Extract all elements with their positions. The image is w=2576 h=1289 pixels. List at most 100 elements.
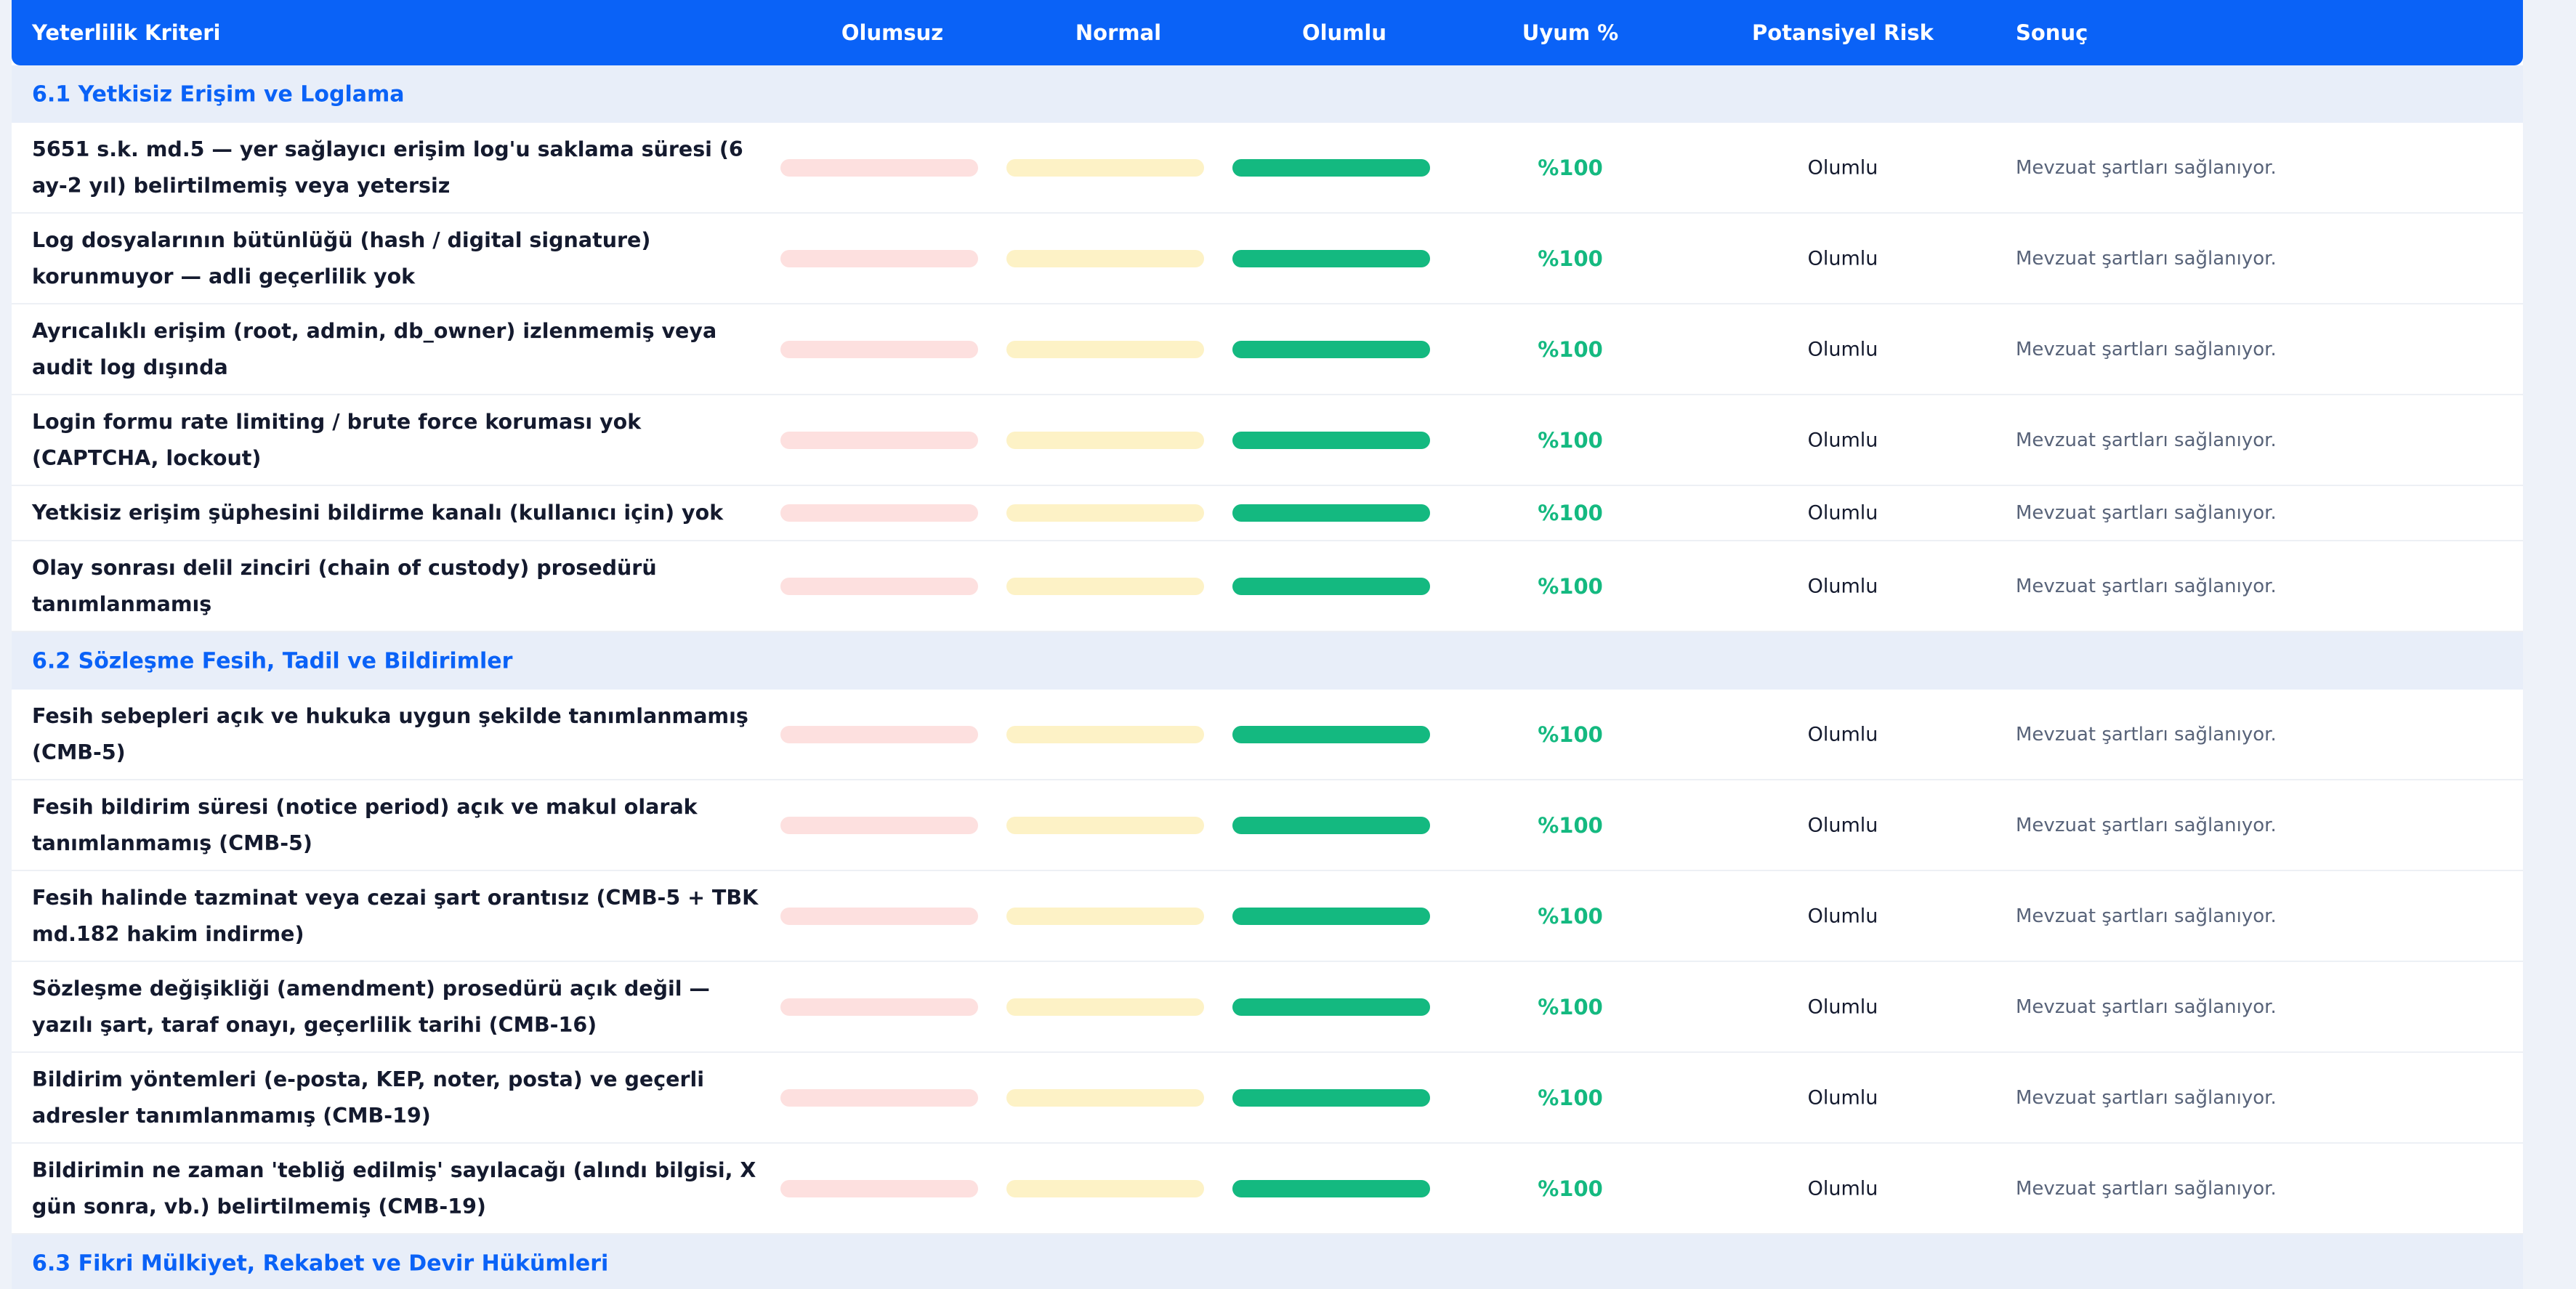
- compliance-percent: %100: [1538, 427, 1603, 453]
- olumlu-bar-fill: [1232, 725, 1430, 743]
- olumlu-bar: [1232, 1088, 1430, 1107]
- table-row: Ayrıcalıklı erişim (root, admin, db_owne…: [12, 304, 2523, 395]
- criterion-text: Fesih bildirim süresi (notice period) aç…: [32, 794, 698, 855]
- criterion-text: Ayrıcalıklı erişim (root, admin, db_owne…: [32, 318, 717, 379]
- olumlu-bar: [1232, 431, 1430, 449]
- olumlu-bar: [1232, 249, 1430, 267]
- olumlu-bar: [1232, 504, 1430, 522]
- risk-value: Olumlu: [1807, 1177, 1878, 1200]
- table-row: Login formu rate limiting / brute force …: [12, 395, 2523, 486]
- table-row: Fesih sebepleri açık ve hukuka uygun şek…: [12, 690, 2523, 780]
- risk-value: Olumlu: [1807, 247, 1878, 270]
- table-row: 5651 s.k. md.5 — yer sağlayıcı erişim lo…: [12, 123, 2523, 214]
- criterion-text: Fesih sebepleri açık ve hukuka uygun şek…: [32, 703, 748, 764]
- result-text: Mevzuat şartları sağlanıyor.: [2016, 575, 2277, 597]
- olumlu-bar-fill: [1232, 340, 1430, 358]
- result-text: Mevzuat şartları sağlanıyor.: [2016, 502, 2277, 524]
- olumlu-bar-fill: [1232, 158, 1430, 177]
- olumlu-bar: [1232, 998, 1430, 1016]
- olumlu-bar-fill: [1232, 998, 1430, 1016]
- result-text: Mevzuat şartları sağlanıyor.: [2016, 995, 2277, 1018]
- compliance-percent: %100: [1538, 1176, 1603, 1201]
- section-header: 6.3 Fikri Mülkiyet, Rekabet ve Devir Hük…: [12, 1235, 2523, 1289]
- section-title: 6.3 Fikri Mülkiyet, Rekabet ve Devir Hük…: [32, 1250, 609, 1276]
- risk-value: Olumlu: [1807, 905, 1878, 927]
- compliance-percent: %100: [1538, 722, 1603, 747]
- olumsuz-bar: [780, 1179, 978, 1197]
- normal-bar: [1006, 1179, 1204, 1197]
- table-header: Yeterlilik Kriteri Olumsuz Normal Olumlu…: [12, 0, 2523, 65]
- normal-bar: [1006, 340, 1204, 358]
- risk-value: Olumlu: [1807, 723, 1878, 745]
- olumsuz-bar: [780, 340, 978, 358]
- olumlu-bar-fill: [1232, 816, 1430, 834]
- risk-value: Olumlu: [1807, 575, 1878, 597]
- olumlu-bar: [1232, 158, 1430, 177]
- header-criterion: Yeterlilik Kriteri: [32, 20, 221, 45]
- normal-bar: [1006, 577, 1204, 595]
- section-header: 6.2 Sözleşme Fesih, Tadil ve Bildirimler: [12, 632, 2523, 690]
- olumsuz-bar: [780, 725, 978, 743]
- compliance-percent: %100: [1538, 336, 1603, 362]
- olumsuz-bar: [780, 1088, 978, 1107]
- compliance-percent: %100: [1538, 994, 1603, 1019]
- criterion-text: 5651 s.k. md.5 — yer sağlayıcı erişim lo…: [32, 137, 743, 198]
- section-title: 6.2 Sözleşme Fesih, Tadil ve Bildirimler: [32, 648, 513, 674]
- result-text: Mevzuat şartları sağlanıyor.: [2016, 1086, 2277, 1109]
- section-title: 6.1 Yetkisiz Erişim ve Loglama: [32, 81, 405, 107]
- olumlu-bar-fill: [1232, 1179, 1430, 1197]
- olumsuz-bar: [780, 504, 978, 522]
- olumlu-bar-fill: [1232, 431, 1430, 449]
- table-row: Olay sonrası delil zinciri (chain of cus…: [12, 541, 2523, 632]
- risk-value: Olumlu: [1807, 501, 1878, 525]
- criterion-text: Bildirimin ne zaman 'tebliğ edilmiş' say…: [32, 1157, 756, 1219]
- header-uyum: Uyum %: [1522, 20, 1619, 45]
- header-sonuc: Sonuç: [2016, 20, 2088, 45]
- criterion-text: Login formu rate limiting / brute force …: [32, 409, 642, 470]
- criterion-text: Fesih halinde tazminat veya cezai şart o…: [32, 885, 759, 946]
- olumlu-bar-fill: [1232, 907, 1430, 925]
- olumlu-bar: [1232, 907, 1430, 925]
- olumsuz-bar: [780, 431, 978, 449]
- risk-value: Olumlu: [1807, 429, 1878, 451]
- normal-bar: [1006, 1088, 1204, 1107]
- header-risk: Potansiyel Risk: [1752, 20, 1934, 45]
- criterion-text: Sözleşme değişikliği (amendment) prosedü…: [32, 976, 710, 1037]
- result-text: Mevzuat şartları sağlanıyor.: [2016, 1177, 2277, 1200]
- table-row: Fesih bildirim süresi (notice period) aç…: [12, 780, 2523, 871]
- olumlu-bar: [1232, 725, 1430, 743]
- olumsuz-bar: [780, 816, 978, 834]
- olumlu-bar-fill: [1232, 577, 1430, 595]
- criterion-text: Log dosyalarının bütünlüğü (hash / digit…: [32, 227, 651, 288]
- olumlu-bar: [1232, 1179, 1430, 1197]
- olumsuz-bar: [780, 907, 978, 925]
- table-row: Bildirim yöntemleri (e-posta, KEP, noter…: [12, 1053, 2523, 1144]
- criterion-text: Yetkisiz erişim şüphesini bildirme kanal…: [32, 501, 724, 525]
- normal-bar: [1006, 725, 1204, 743]
- normal-bar: [1006, 249, 1204, 267]
- risk-value: Olumlu: [1807, 1086, 1878, 1109]
- olumsuz-bar: [780, 998, 978, 1016]
- normal-bar: [1006, 431, 1204, 449]
- compliance-percent: %100: [1538, 501, 1603, 525]
- header-normal: Normal: [1075, 20, 1162, 45]
- olumlu-bar-fill: [1232, 249, 1430, 267]
- table-row: Log dosyalarının bütünlüğü (hash / digit…: [12, 214, 2523, 304]
- table-body: 6.1 Yetkisiz Erişim ve Loglama 5651 s.k. …: [12, 65, 2523, 1289]
- compliance-percent: %100: [1538, 573, 1603, 599]
- table-row: Fesih halinde tazminat veya cezai şart o…: [12, 871, 2523, 962]
- olumsuz-bar: [780, 577, 978, 595]
- olumlu-bar: [1232, 577, 1430, 595]
- risk-value: Olumlu: [1807, 814, 1878, 836]
- section-header: 6.1 Yetkisiz Erişim ve Loglama: [12, 65, 2523, 123]
- compliance-percent: %100: [1538, 812, 1603, 838]
- result-text: Mevzuat şartları sağlanıyor.: [2016, 247, 2277, 270]
- criterion-text: Olay sonrası delil zinciri (chain of cus…: [32, 555, 657, 616]
- normal-bar: [1006, 907, 1204, 925]
- result-text: Mevzuat şartları sağlanıyor.: [2016, 814, 2277, 836]
- olumsuz-bar: [780, 249, 978, 267]
- compliance-table: Yeterlilik Kriteri Olumsuz Normal Olumlu…: [12, 0, 2523, 1289]
- compliance-percent: %100: [1538, 155, 1603, 180]
- normal-bar: [1006, 158, 1204, 177]
- olumlu-bar-fill: [1232, 1088, 1430, 1107]
